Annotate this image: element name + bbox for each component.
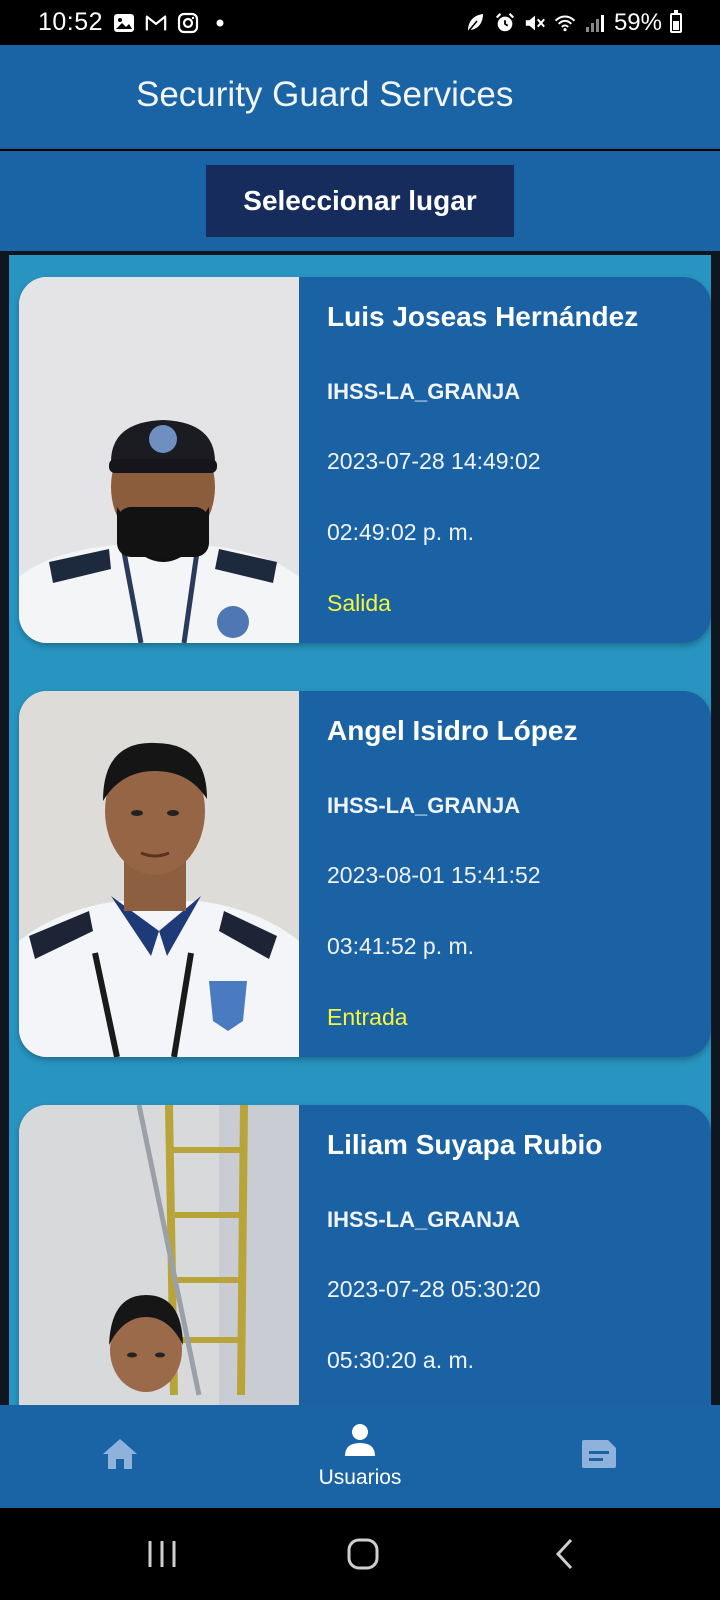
guard-name: Liliam Suyapa Rubio [327, 1129, 603, 1160]
recents-icon[interactable] [142, 1534, 182, 1574]
instagram-icon [177, 12, 199, 34]
page-title: Security Guard Services [136, 75, 514, 114]
record-datetime: 2023-07-28 05:30:20 [327, 1276, 541, 1302]
app-bar: Security Guard Services [0, 45, 720, 149]
dot-icon [209, 12, 231, 34]
guard-location: IHSS-LA_GRANJA [327, 1207, 521, 1232]
person-icon [343, 1423, 377, 1462]
nav-users[interactable]: Usuarios [290, 1405, 430, 1508]
records-list[interactable]: Luis Joseas Hernández IHSS-LA_GRANJA 202… [9, 255, 711, 1405]
wifi-icon [554, 12, 576, 34]
nav-home[interactable] [80, 1405, 160, 1508]
record-card[interactable]: Liliam Suyapa Rubio IHSS-LA_GRANJA 2023-… [19, 1105, 711, 1405]
record-card[interactable]: Angel Isidro López IHSS-LA_GRANJA 2023-0… [19, 691, 711, 1057]
record-status: Salida [327, 590, 391, 616]
record-datetime: 2023-07-28 14:49:02 [327, 448, 541, 474]
record-time: 03:41:52 p. m. [327, 933, 475, 959]
status-bar: 10:52 59% [0, 0, 720, 45]
nav-users-label: Usuarios [318, 1466, 402, 1489]
bottom-nav: Usuarios [0, 1405, 720, 1508]
leaf-icon [464, 12, 486, 34]
select-place-area: Seleccionar lugar [0, 151, 720, 251]
record-datetime: 2023-08-01 15:41:52 [327, 862, 541, 888]
record-card[interactable]: Luis Joseas Hernández IHSS-LA_GRANJA 202… [19, 277, 711, 643]
battery-icon [670, 9, 682, 33]
guard-location: IHSS-LA_GRANJA [327, 379, 521, 404]
image-icon [113, 12, 135, 34]
guard-location: IHSS-LA_GRANJA [327, 793, 521, 818]
record-time: 05:30:20 a. m. [327, 1347, 475, 1373]
system-nav-bar [0, 1508, 720, 1600]
home-circle-icon[interactable] [343, 1534, 383, 1574]
mute-icon [524, 12, 546, 34]
battery-level: 59% [613, 8, 662, 36]
guard-photo [19, 1105, 299, 1405]
records-list-frame: Luis Joseas Hernández IHSS-LA_GRANJA 202… [0, 251, 720, 1405]
nav-documents[interactable] [560, 1405, 640, 1508]
guard-photo [19, 691, 299, 1057]
guard-name: Angel Isidro López [327, 715, 578, 746]
alarm-icon [494, 12, 516, 34]
record-status: Entrada [327, 1004, 408, 1030]
select-place-button[interactable]: Seleccionar lugar [206, 165, 514, 237]
gmail-icon [145, 12, 167, 34]
signal-icon [584, 12, 606, 34]
status-time: 10:52 [38, 8, 104, 36]
home-icon [101, 1437, 139, 1476]
back-icon[interactable] [545, 1534, 585, 1574]
guard-photo [19, 277, 299, 643]
guard-name: Luis Joseas Hernández [327, 301, 639, 332]
document-icon [580, 1438, 620, 1475]
record-time: 02:49:02 p. m. [327, 519, 475, 545]
